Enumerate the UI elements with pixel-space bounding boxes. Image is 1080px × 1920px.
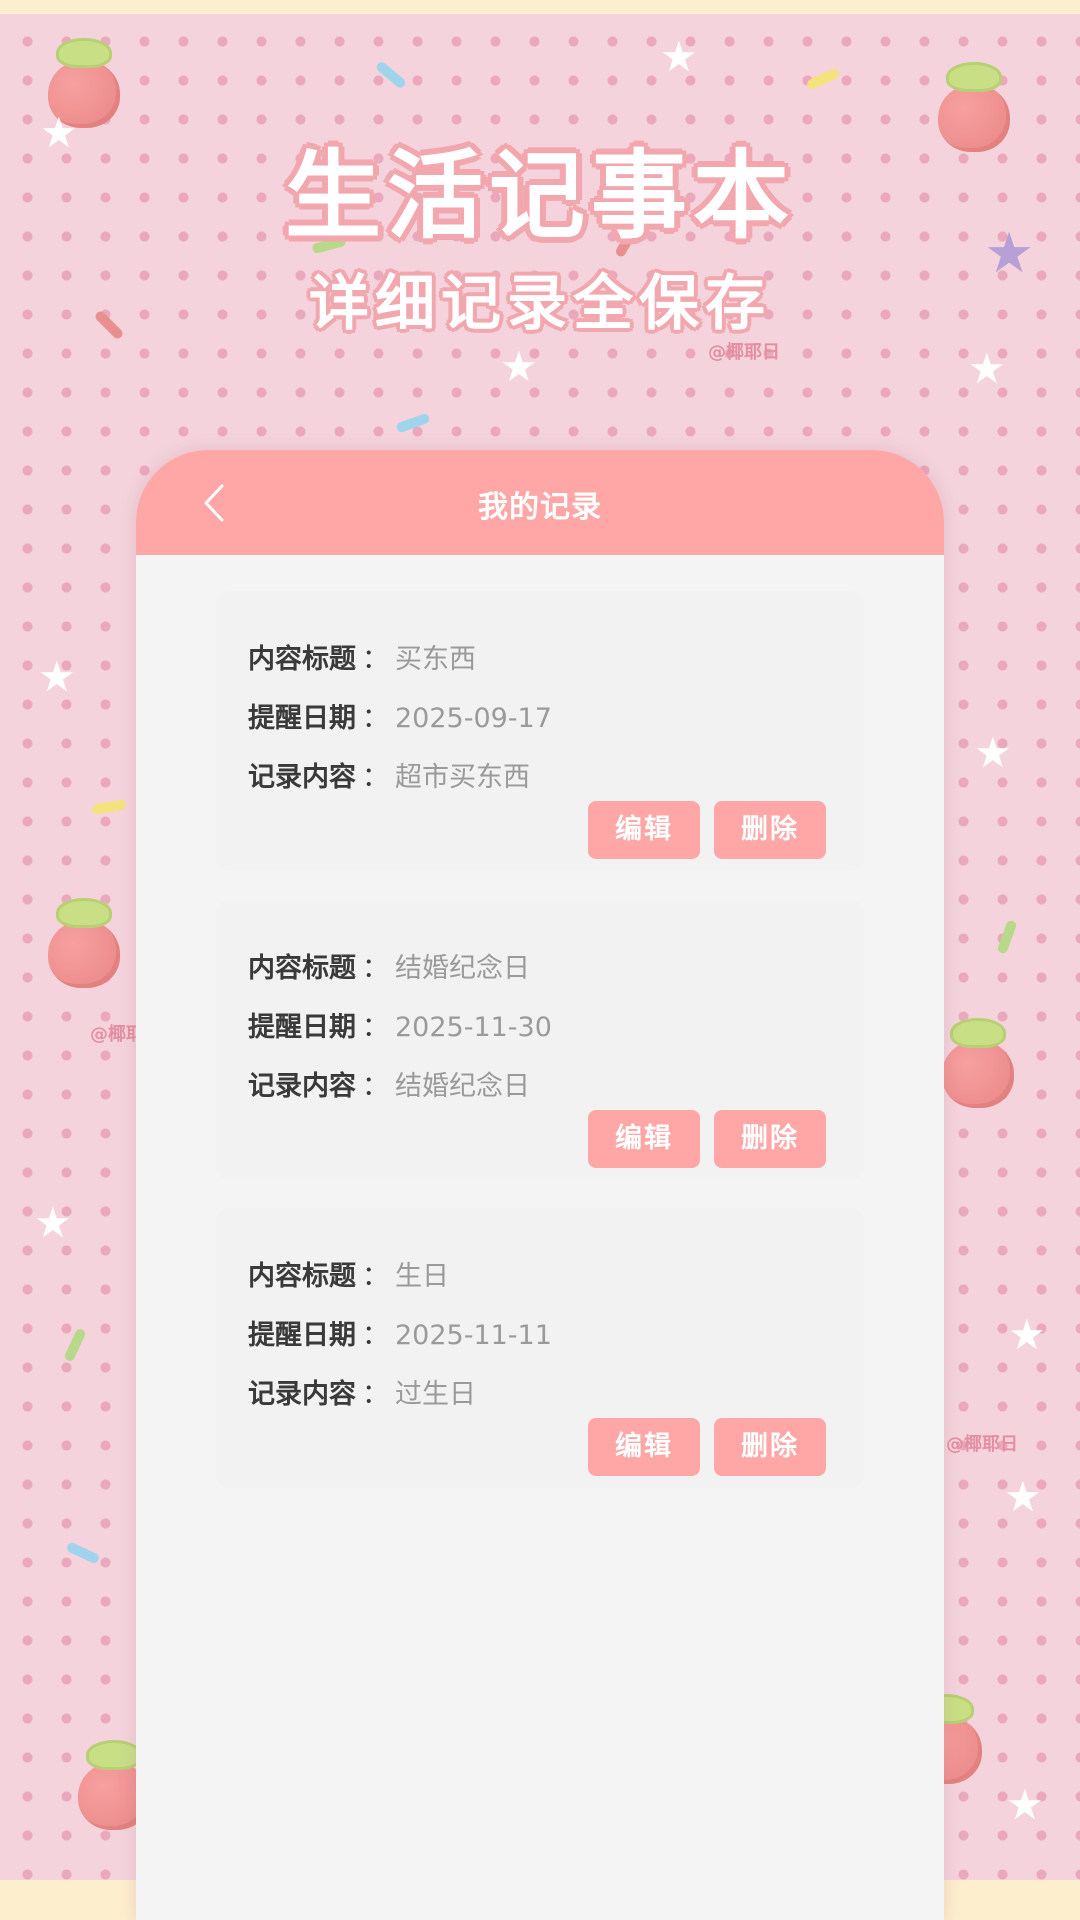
record-content: 过生日 bbox=[395, 1379, 476, 1410]
poster-subtitle: 详细记录全保存 bbox=[309, 269, 771, 339]
poster-title: 生活记事本 bbox=[285, 140, 795, 252]
star-icon: ★ bbox=[38, 652, 76, 701]
date-label: 提醒日期 bbox=[248, 703, 356, 734]
record-card: 内容标题：结婚纪念日 提醒日期： 2025-11-30 记录内容：结婚纪念日 编辑… bbox=[216, 900, 864, 1180]
record-content-row: 记录内容：结婚纪念日 bbox=[248, 1070, 530, 1104]
delete-button[interactable]: 删除 bbox=[714, 801, 826, 859]
separator: ： bbox=[362, 703, 389, 734]
content-label: 记录内容 bbox=[248, 1379, 356, 1410]
delete-button[interactable]: 删除 bbox=[714, 1110, 826, 1168]
record-card: 内容标题：买东西 提醒日期： 2025-09-17 记录内容：超市买东西 编辑 删… bbox=[216, 591, 864, 871]
record-content-row: 记录内容：过生日 bbox=[248, 1378, 476, 1412]
record-title-row: 内容标题：结婚纪念日 bbox=[248, 952, 530, 986]
separator: ： bbox=[362, 1012, 389, 1043]
separator: ： bbox=[362, 644, 389, 675]
star-icon: ★ bbox=[1006, 1780, 1044, 1829]
record-title: 买东西 bbox=[395, 644, 476, 675]
date-label: 提醒日期 bbox=[248, 1320, 356, 1351]
content-label: 记录内容 bbox=[248, 762, 356, 793]
delete-button[interactable]: 删除 bbox=[714, 1418, 826, 1476]
star-icon: ★ bbox=[1004, 1472, 1042, 1521]
record-content: 结婚纪念日 bbox=[395, 1071, 530, 1102]
separator: ： bbox=[362, 1071, 389, 1102]
record-card: 内容标题：生日 提醒日期： 2025-11-11 记录内容：过生日 编辑 删除 bbox=[216, 1208, 864, 1488]
page-title: 我的记录 bbox=[478, 490, 602, 525]
record-date-row: 提醒日期： 2025-11-30 bbox=[248, 1011, 552, 1045]
edit-button[interactable]: 编辑 bbox=[588, 1418, 700, 1476]
star-icon: ★ bbox=[660, 32, 698, 81]
separator: ： bbox=[362, 1261, 389, 1292]
star-icon: ★ bbox=[1008, 1310, 1046, 1359]
record-date-row: 提醒日期： 2025-11-11 bbox=[248, 1319, 552, 1353]
record-date: 2025-09-17 bbox=[395, 703, 552, 734]
nav-bar: 我的记录 bbox=[136, 450, 944, 555]
separator: ： bbox=[362, 762, 389, 793]
content-label: 记录内容 bbox=[248, 1071, 356, 1102]
record-title: 生日 bbox=[395, 1261, 449, 1292]
separator: ： bbox=[362, 1320, 389, 1351]
record-date: 2025-11-30 bbox=[395, 1012, 552, 1043]
strawberry-decoration bbox=[48, 898, 120, 988]
star-icon: ★ bbox=[974, 728, 1012, 777]
star-icon: ★ bbox=[34, 1198, 72, 1247]
separator: ： bbox=[362, 1379, 389, 1410]
edit-button[interactable]: 编辑 bbox=[588, 801, 700, 859]
watermark: @椰耶日 bbox=[946, 1434, 1018, 1455]
title-label: 内容标题 bbox=[248, 1261, 356, 1292]
record-title: 结婚纪念日 bbox=[395, 953, 530, 984]
star-icon: ★ bbox=[500, 342, 538, 391]
title-label: 内容标题 bbox=[248, 644, 356, 675]
separator: ： bbox=[362, 953, 389, 984]
record-date: 2025-11-11 bbox=[395, 1320, 552, 1351]
title-label: 内容标题 bbox=[248, 953, 356, 984]
record-title-row: 内容标题：买东西 bbox=[248, 643, 476, 677]
strawberry-decoration bbox=[942, 1018, 1014, 1108]
phone-screen: 我的记录 内容标题：买东西 提醒日期： 2025-09-17 记录内容：超市买东西… bbox=[136, 450, 944, 1920]
record-title-row: 内容标题：生日 bbox=[248, 1260, 449, 1294]
date-label: 提醒日期 bbox=[248, 1012, 356, 1043]
record-content-row: 记录内容：超市买东西 bbox=[248, 761, 530, 795]
edit-button[interactable]: 编辑 bbox=[588, 1110, 700, 1168]
star-icon: ★ bbox=[968, 344, 1006, 393]
record-date-row: 提醒日期： 2025-09-17 bbox=[248, 702, 552, 736]
record-content: 超市买东西 bbox=[395, 762, 530, 793]
